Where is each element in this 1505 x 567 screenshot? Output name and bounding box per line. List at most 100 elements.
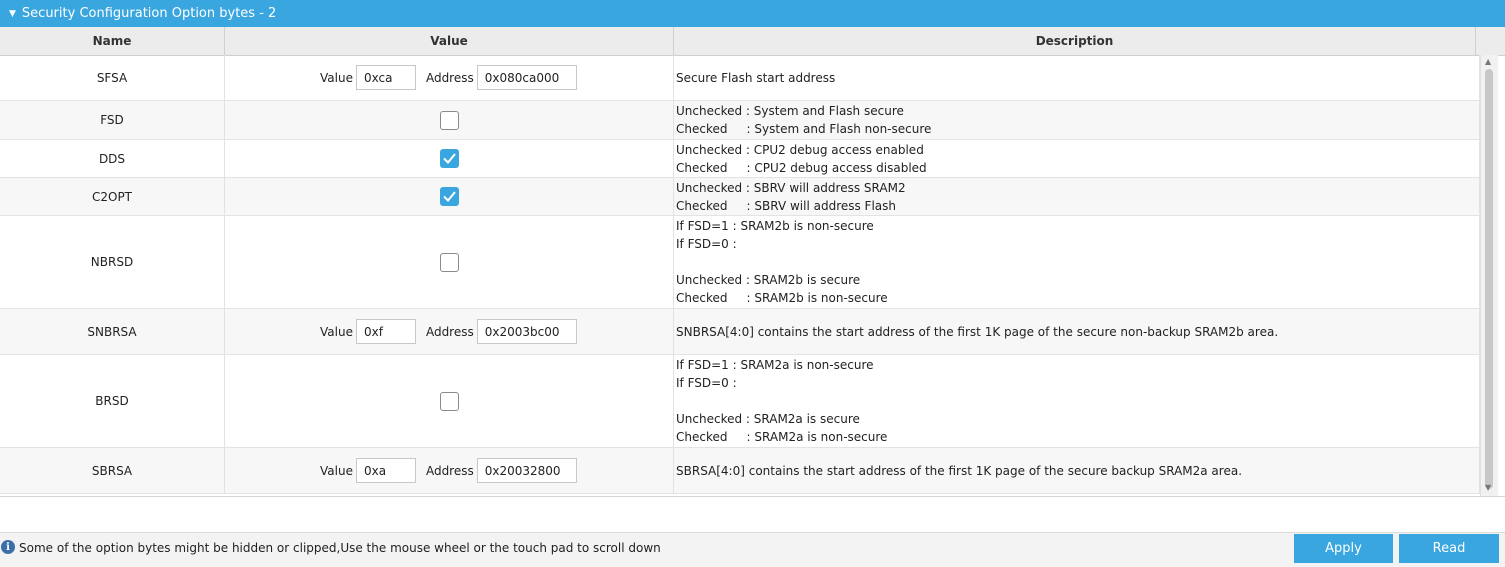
table-row: SNBRSA Value Address SNBRSA[4:0] contains t… [0, 309, 1480, 355]
table-row: NBRSD If FSD=1 : SRAM2b is non-secure If F… [0, 216, 1480, 309]
description-line: Checked : CPU2 debug access disabled [676, 160, 927, 175]
description-line: Unchecked : CPU2 debug access enabled [676, 142, 924, 157]
description-line: If FSD=1 : SRAM2b is non-secure [676, 219, 874, 233]
option-name: C2OPT [0, 178, 225, 215]
description-line: Secure Flash start address [676, 70, 836, 85]
address-input[interactable] [476, 458, 577, 483]
value-address-group: Value Address [320, 458, 577, 483]
option-description: Unchecked : SBRV will address SRAM2 Check… [676, 179, 906, 215]
column-header-name[interactable]: Name [0, 27, 225, 55]
checkmark-icon [442, 153, 456, 164]
description-line [676, 392, 887, 410]
option-name: SNBRSA [0, 309, 225, 354]
address-input[interactable] [476, 319, 577, 344]
apply-button[interactable]: Apply [1294, 534, 1393, 563]
option-description-cell: If FSD=1 : SRAM2a is non-secure If FSD=0 … [674, 355, 1480, 447]
table-row: FSD Unchecked : System and Flash secure Ch… [0, 101, 1480, 140]
option-name: SFSA [0, 55, 225, 100]
option-description: SBRSA[4:0] contains the start address of… [676, 462, 1242, 480]
address-label: Address [425, 70, 474, 85]
option-value-cell [225, 216, 674, 308]
description-line: Checked : SRAM2b is non-secure [676, 291, 888, 305]
table-row: C2OPT Unchecked : SBRV will address SRAM2… [0, 178, 1480, 216]
option-value-cell: Value Address [225, 55, 674, 100]
panel-title: Security Configuration Option bytes - 2 [21, 6, 277, 21]
option-description: Unchecked : CPU2 debug access enabled Che… [676, 141, 927, 177]
description-line: Checked : SBRV will address Flash [676, 198, 897, 213]
info-icon: i [1, 540, 15, 554]
option-description-cell: Unchecked : SBRV will address SRAM2 Check… [674, 178, 1480, 215]
option-description-cell: Secure Flash start address [674, 55, 1480, 100]
read-button[interactable]: Read [1399, 534, 1499, 563]
option-name: SBRSA [0, 448, 225, 493]
option-description-cell: SNBRSA[4:0] contains the start address o… [674, 309, 1480, 354]
description-line: SNBRSA[4:0] contains the start address o… [676, 324, 1279, 339]
option-bytes-table: SFSA Value Address Secure Flash start addre… [0, 55, 1480, 495]
column-header-description[interactable]: Description [674, 27, 1476, 55]
option-value-cell [225, 355, 674, 447]
description-line [676, 253, 888, 271]
panel-header[interactable]: ▼ Security Configuration Option bytes - … [0, 0, 1505, 27]
value-label: Value [320, 70, 353, 85]
description-line: If FSD=0 : [676, 237, 737, 251]
scrollbar-thumb[interactable] [1485, 69, 1493, 489]
table-row: SBRSA Value Address SBRSA[4:0] contains the… [0, 448, 1480, 494]
option-value-cell [225, 178, 674, 215]
option-description-cell: SBRSA[4:0] contains the start address of… [674, 448, 1480, 493]
table-footer-area [0, 496, 1505, 533]
option-description: Secure Flash start address [676, 69, 835, 87]
value-label: Value [320, 324, 353, 339]
value-label: Value [320, 463, 353, 478]
description-line: Unchecked : SRAM2b is secure [676, 273, 861, 287]
value-address-group: Value Address [320, 319, 577, 344]
value-input[interactable] [355, 458, 416, 483]
option-name: FSD [0, 101, 225, 139]
nbrsd-checkbox[interactable] [439, 252, 459, 272]
dds-checkbox[interactable] [439, 149, 459, 168]
c2opt-checkbox[interactable] [439, 187, 459, 206]
value-address-group: Value Address [320, 65, 577, 90]
description-line: Checked : SRAM2a is non-secure [676, 430, 888, 444]
option-name: BRSD [0, 355, 225, 447]
description-line: Checked : System and Flash non-secure [676, 122, 932, 136]
description-line: If FSD=0 : [676, 376, 737, 390]
table-row: SFSA Value Address Secure Flash start addre… [0, 55, 1480, 101]
table-row: DDS Unchecked : CPU2 debug access enabled… [0, 140, 1480, 178]
option-name: NBRSD [0, 216, 225, 308]
address-input[interactable] [476, 65, 577, 90]
option-description: SNBRSA[4:0] contains the start address o… [676, 323, 1278, 341]
option-description-cell: If FSD=1 : SRAM2b is non-secure If FSD=0 … [674, 216, 1480, 308]
option-value-cell: Value Address [225, 309, 674, 354]
brsd-checkbox[interactable] [439, 391, 459, 411]
option-description: Unchecked : System and Flash secure Check… [676, 102, 931, 138]
option-description-cell: Unchecked : System and Flash secure Check… [674, 101, 1480, 139]
status-bar: i Some of the option bytes might be hidd… [0, 532, 1505, 567]
option-description: If FSD=1 : SRAM2b is non-secure If FSD=0 … [676, 217, 888, 307]
status-message: Some of the option bytes might be hidden… [19, 541, 661, 555]
vertical-scrollbar[interactable]: ▲ ▼ [1480, 55, 1498, 496]
scroll-down-icon[interactable]: ▼ [1485, 483, 1491, 492]
column-header-value[interactable]: Value [225, 27, 674, 55]
description-line: SBRSA[4:0] contains the start address of… [676, 463, 1243, 478]
fsd-checkbox[interactable] [439, 110, 459, 130]
collapse-triangle-icon[interactable]: ▼ [9, 9, 16, 19]
column-header-filler [1476, 27, 1505, 55]
checkmark-icon [442, 191, 456, 202]
description-line: If FSD=1 : SRAM2a is non-secure [676, 358, 874, 372]
option-description: If FSD=1 : SRAM2a is non-secure If FSD=0 … [676, 356, 887, 446]
table-header: Name Value Description [0, 27, 1505, 56]
option-value-cell [225, 140, 674, 177]
option-value-cell [225, 101, 674, 139]
description-line: Unchecked : SBRV will address SRAM2 [676, 180, 906, 195]
description-line: Unchecked : System and Flash secure [676, 104, 904, 118]
option-value-cell: Value Address [225, 448, 674, 493]
option-description-cell: Unchecked : CPU2 debug access enabled Che… [674, 140, 1480, 177]
option-name: DDS [0, 140, 225, 177]
address-label: Address [425, 324, 474, 339]
value-input[interactable] [355, 319, 416, 344]
value-input[interactable] [355, 65, 416, 90]
address-label: Address [425, 463, 474, 478]
table-row: BRSD If FSD=1 : SRAM2a is non-secure If FS… [0, 355, 1480, 448]
scroll-up-icon[interactable]: ▲ [1485, 57, 1491, 66]
description-line: Unchecked : SRAM2a is secure [676, 412, 860, 426]
